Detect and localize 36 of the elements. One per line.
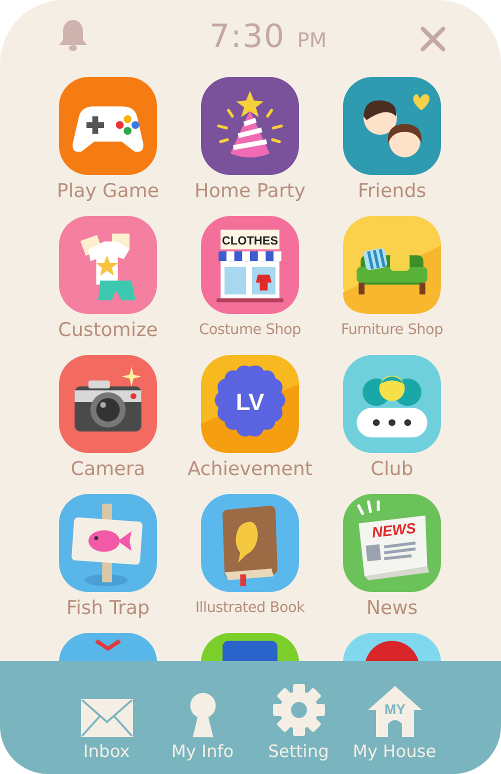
settings-icon — [270, 682, 326, 738]
nav-button[interactable]: Setting — [250, 670, 346, 762]
app-label: Customize — [58, 318, 158, 343]
app-label: Friends — [358, 179, 426, 204]
clock-period: PM — [297, 28, 327, 52]
nav-button[interactable]: MY My House — [346, 670, 442, 762]
chat-figure-icon[interactable] — [343, 355, 441, 453]
app-label: Fish Trap — [66, 596, 150, 621]
app-label: Home Party — [194, 179, 306, 204]
gamepad-icon[interactable] — [59, 77, 157, 175]
camera-icon[interactable] — [59, 355, 157, 453]
book-icon[interactable] — [201, 494, 299, 592]
two-figures-icon[interactable] — [343, 77, 441, 175]
party-hat-icon[interactable] — [201, 77, 299, 175]
app-label: Costume Shop — [199, 321, 301, 340]
clothes-icon[interactable] — [59, 216, 157, 314]
app-label: Illustrated Book — [195, 599, 305, 618]
newspaper-icon[interactable]: NEWS — [343, 494, 441, 592]
shop-sign-text: CLOTHES — [222, 234, 278, 248]
app-label: Camera — [70, 457, 146, 482]
news-headline-text: NEWS — [371, 520, 417, 542]
nav-button[interactable]: My Info — [154, 670, 250, 762]
shop-icon[interactable]: CLOTHES — [201, 216, 299, 314]
app-label: Achievement — [188, 457, 312, 482]
app-label: Club — [370, 457, 414, 482]
sofa-icon[interactable] — [343, 216, 441, 314]
app-label: Play Game — [56, 179, 160, 204]
clock-time: 7:30 — [209, 16, 286, 54]
nav-button[interactable]: Inbox — [58, 670, 154, 762]
app-label: Furniture Shop — [341, 321, 443, 340]
envelope-icon — [80, 698, 134, 738]
app-label: News — [366, 596, 418, 621]
house-sign-text: MY — [384, 701, 405, 717]
fish-sign-icon[interactable] — [59, 494, 157, 592]
level-text: LV — [236, 388, 264, 415]
level-badge-icon[interactable]: LV — [201, 355, 299, 453]
